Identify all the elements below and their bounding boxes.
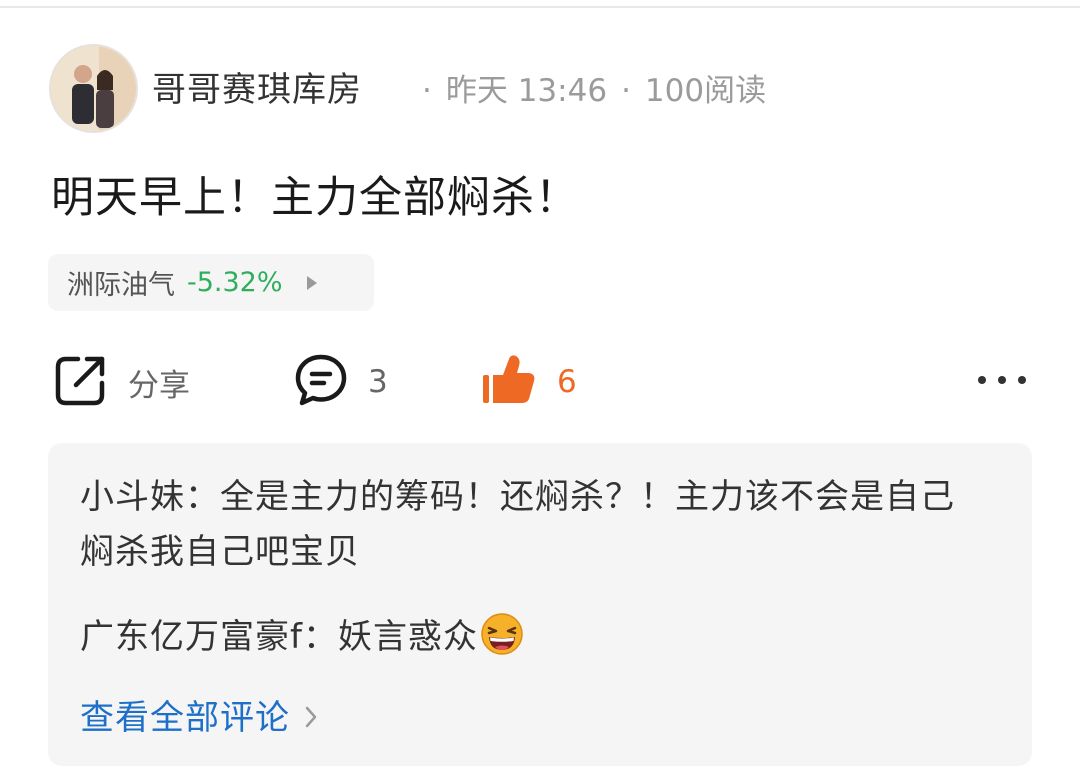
stock-change: -5.32%: [187, 267, 283, 298]
post-meta: · 昨天 13:46 · 100阅读: [408, 69, 766, 113]
comment-count: 3: [368, 364, 388, 400]
post-card: 哥哥赛琪库房 · 昨天 13:46 · 100阅读 明天早上！主力全部焖杀！ 洲…: [0, 0, 1080, 779]
comment-author[interactable]: 广东亿万富豪f: [80, 617, 303, 657]
comment-item[interactable]: 广东亿万富豪f：妖言惑众: [80, 610, 980, 665]
share-button[interactable]: 分享: [54, 354, 190, 410]
comment-item[interactable]: 小斗妹：全是主力的筹码！还焖杀？！主力该不会是自己焖杀我自己吧宝贝: [80, 470, 980, 580]
author-name[interactable]: 哥哥赛琪库房: [152, 66, 362, 114]
thumbs-up-icon: [481, 353, 537, 411]
comment-button[interactable]: 3: [294, 354, 388, 410]
more-icon: [978, 376, 986, 384]
chevron-right-icon: [304, 693, 318, 743]
like-button[interactable]: 6: [481, 354, 577, 410]
comment-icon: [294, 353, 348, 411]
meta-separator: ·: [422, 73, 432, 109]
comment-separator: ：: [302, 617, 338, 657]
post-time: 昨天 13:46: [445, 73, 608, 109]
laughing-emoji-icon: [480, 612, 524, 656]
meta-separator: ·: [621, 73, 631, 109]
read-count: 100阅读: [644, 73, 767, 109]
view-all-label: 查看全部评论: [80, 698, 290, 738]
like-count: 6: [557, 364, 577, 400]
stock-name: 洲际油气: [67, 270, 175, 301]
share-icon: [54, 353, 108, 411]
play-arrow-icon: [306, 275, 317, 290]
comment-text: 妖言惑众: [337, 617, 478, 657]
stock-chip[interactable]: 洲际油气 -5.32%: [48, 254, 374, 311]
more-button[interactable]: [978, 368, 1026, 392]
share-label: 分享: [128, 367, 190, 404]
view-all-comments-link[interactable]: 查看全部评论: [80, 693, 318, 743]
comment-author[interactable]: 小斗妹: [80, 477, 185, 517]
post-content: 明天早上！主力全部焖杀！: [51, 173, 579, 223]
avatar[interactable]: [49, 44, 138, 133]
comment-separator: ：: [185, 477, 220, 517]
